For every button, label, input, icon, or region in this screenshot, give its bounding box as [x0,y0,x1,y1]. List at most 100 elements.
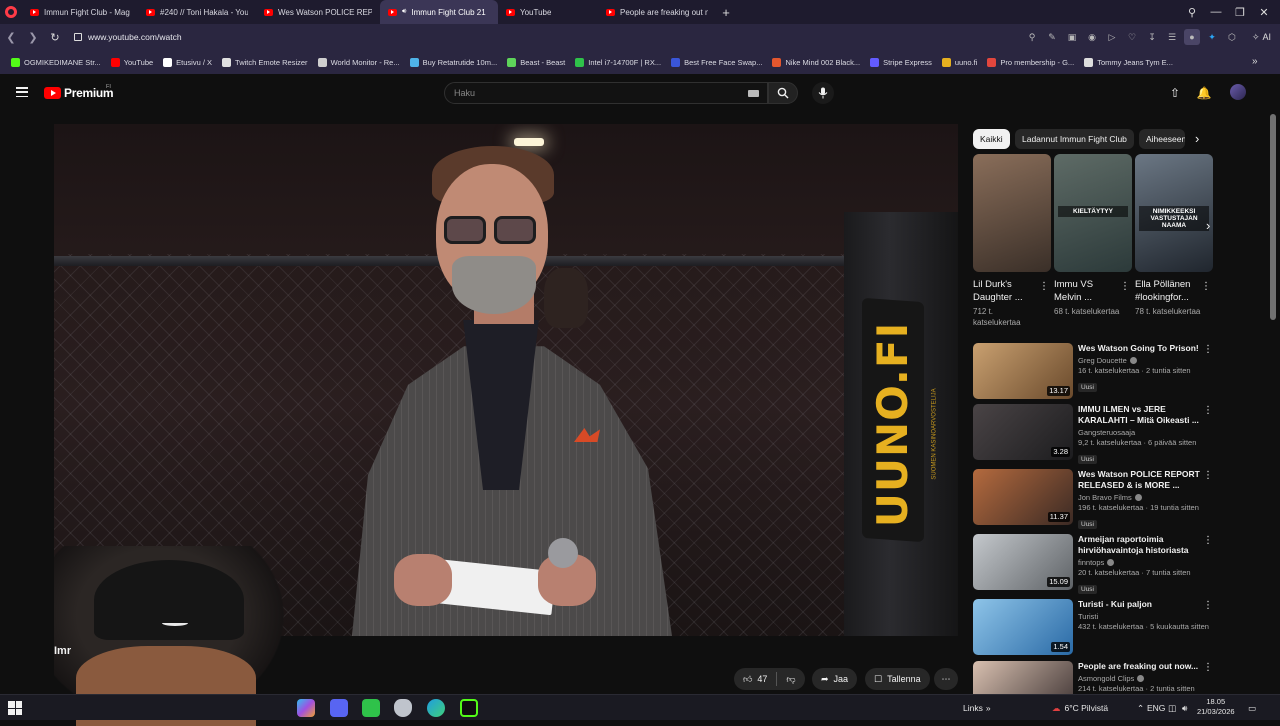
cube-icon[interactable]: ⬡ [1224,29,1240,45]
url-field[interactable]: www.youtube.com/watch [88,32,182,42]
more-options-icon[interactable]: ⋮ [1203,662,1213,673]
menu-icon[interactable]: ☰ [1164,29,1180,45]
speaker-icon[interactable]: 🔊︎ [402,8,406,16]
tab[interactable]: Wes Watson POLICE REPO [256,0,380,24]
channel-name[interactable]: Greg Doucette [1078,356,1127,365]
bookmark-item[interactable]: Intel i7-14700F | RX... [570,57,666,67]
more-options-icon[interactable]: ⋮ [1120,281,1130,292]
profile-icon[interactable]: ● [1184,29,1200,45]
video-title[interactable]: Armeijan raportoimia hirviöhavaintoja hi… [1078,534,1203,556]
windows-start-icon[interactable] [8,701,22,715]
chevron-right-icon[interactable]: › [1195,131,1199,146]
avatar[interactable] [1230,84,1246,100]
video-list-item[interactable]: 11.37 Wes Watson POLICE REPORT RELEASED &… [973,469,1213,529]
video-title[interactable]: Wes Watson Going To Prison! [1078,343,1203,354]
short-thumbnail[interactable]: KIELTÄYTYY [1054,154,1132,272]
search-tabs-icon[interactable]: ⚲ [1180,0,1204,24]
bookmark-item[interactable]: Pro membership - G... [982,57,1079,67]
filter-chip[interactable]: Aiheeseen [1139,129,1185,149]
like-button[interactable]: 👍︎ 47 [743,674,767,685]
youtube-logo[interactable]: Premium FI [44,84,114,100]
back-icon[interactable]: ❮ [0,24,22,50]
more-actions-button[interactable]: ⋯ [934,668,958,690]
bookmark-item[interactable]: Beast - Beast [502,57,570,67]
browser-logo-icon[interactable] [0,0,22,24]
copilot-icon[interactable] [297,699,315,717]
keyboard-icon[interactable] [748,90,759,97]
bookmark-item[interactable]: Stripe Express [865,57,937,67]
video-title[interactable]: People are freaking out now... [1078,661,1203,672]
send-icon[interactable]: ▷ [1104,29,1120,45]
lock-icon[interactable] [74,33,82,41]
clock[interactable]: 18.05 21/03/2026 [1197,697,1235,717]
tray-chevron-icon[interactable]: ⌃ [1137,695,1144,721]
video-thumbnail[interactable]: 13.17 [973,343,1073,399]
video-thumbnail[interactable]: 1.54 [973,599,1073,655]
download-icon[interactable]: ↧ [1144,29,1160,45]
notifications-bell-icon[interactable]: 🔔 [1194,84,1214,102]
short-card[interactable]: NIMIKKEEKSI VASTUSTAJAN NAAMA Ella Pöllän… [1135,154,1213,317]
voice-search-button[interactable] [812,82,834,104]
more-options-icon[interactable]: ⋮ [1201,281,1211,292]
dislike-button[interactable]: 👎︎ [786,674,795,685]
video-list-item[interactable]: 13.17 Wes Watson Going To Prison! Greg Dou… [973,343,1213,403]
tab[interactable]: Immun Fight Club - Maga [22,0,138,24]
share-button[interactable]: ➦ Jaa [812,668,858,690]
video-title[interactable]: IMMU ILMEN vs JERE KARALAHTI – Mitä Oike… [1078,404,1203,426]
video-thumbnail[interactable]: 11.37 [973,469,1073,525]
bookmark-item[interactable]: Nike Mind 002 Black... [767,57,865,67]
minimize-icon[interactable]: — [1204,0,1228,24]
more-options-icon[interactable]: ⋮ [1203,405,1213,416]
bookmark-item[interactable]: Best Free Face Swap... [666,57,767,67]
close-window-icon[interactable]: ✕ [1252,0,1276,24]
network-icon[interactable]: ◫ [1168,695,1176,721]
video-thumbnail[interactable]: 15.09 [973,534,1073,590]
short-card[interactable]: Lil Durk's Daughter ... 712 t. katseluker… [973,154,1051,328]
shield-app-icon[interactable] [394,699,412,717]
ai-button[interactable]: ✧ AI [1247,28,1276,46]
bookmark-item[interactable]: Etusivu / X [158,57,217,67]
video-list-item[interactable]: 3.28 IMMU ILMEN vs JERE KARALAHTI – Mitä … [973,404,1213,464]
more-options-icon[interactable]: ⋮ [1203,600,1213,611]
short-card[interactable]: KIELTÄYTYY Immu VS Melvin ... 68 t. katsel… [1054,154,1132,317]
notifications-icon[interactable]: ▭ [1248,695,1256,721]
edge-icon[interactable] [427,699,445,717]
bookmark-item[interactable]: Buy Retatrutide 10m... [405,57,503,67]
save-button[interactable]: ☐ Tallenna [865,668,930,690]
forward-icon[interactable]: ❯ [22,24,44,50]
discord-icon[interactable] [330,699,348,717]
bookmark-item[interactable]: World Monitor - Re... [313,57,405,67]
shield-icon[interactable]: ◉ [1084,29,1100,45]
video-list-item[interactable]: 1.54 Turisti - Kui paljon Turisti 432 t. ka… [973,599,1213,659]
menu-icon[interactable] [16,87,28,97]
search-button[interactable] [768,82,798,104]
tab[interactable]: YouTube [498,0,598,24]
volume-icon[interactable]: 🔊︎ [1182,695,1187,721]
camera-icon[interactable]: ▣ [1064,29,1080,45]
new-tab-button[interactable]: + [716,0,736,24]
channel-name[interactable]: finntops [1078,558,1104,567]
upload-icon[interactable]: ⇧ [1165,84,1185,102]
channel-name[interactable]: Gangsteruosaaja [1078,428,1135,437]
channel-name[interactable]: Jon Bravo Films [1078,493,1132,502]
maximize-icon[interactable]: ❐ [1228,0,1252,24]
edit-icon[interactable]: ✎ [1044,29,1060,45]
weather-widget[interactable]: ☁ 6°C Pilvistä [1052,695,1108,721]
filter-chip[interactable]: Ladannut Immun Fight Club [1015,129,1134,149]
reload-icon[interactable]: ↻ [44,24,66,50]
short-thumbnail[interactable]: NIMIKKEEKSI VASTUSTAJAN NAAMA [1135,154,1213,272]
shorts-next-icon[interactable]: › [1206,218,1210,233]
video-list-item[interactable]: 15.09 Armeijan raportoimia hirviöhavainto… [973,534,1213,594]
short-thumbnail[interactable] [973,154,1051,272]
video-title[interactable]: Turisti - Kui paljon [1078,599,1203,610]
more-options-icon[interactable]: ⋮ [1203,344,1213,355]
links-toolbar[interactable]: Links» [963,695,991,721]
channel-name[interactable]: Asmongold Clips [1078,674,1134,683]
filter-chip[interactable]: Kaikki [973,129,1010,149]
video-title[interactable]: Wes Watson POLICE REPORT RELEASED & is M… [1078,469,1203,491]
bookmark-item[interactable]: Tommy Jeans Tym E... [1079,57,1178,67]
bookmark-item[interactable]: YouTube [106,57,158,67]
more-options-icon[interactable]: ⋮ [1203,470,1213,481]
messenger-app-icon[interactable] [362,699,380,717]
bookmark-item[interactable]: OGMIKEDIMANE Str... [6,57,106,67]
